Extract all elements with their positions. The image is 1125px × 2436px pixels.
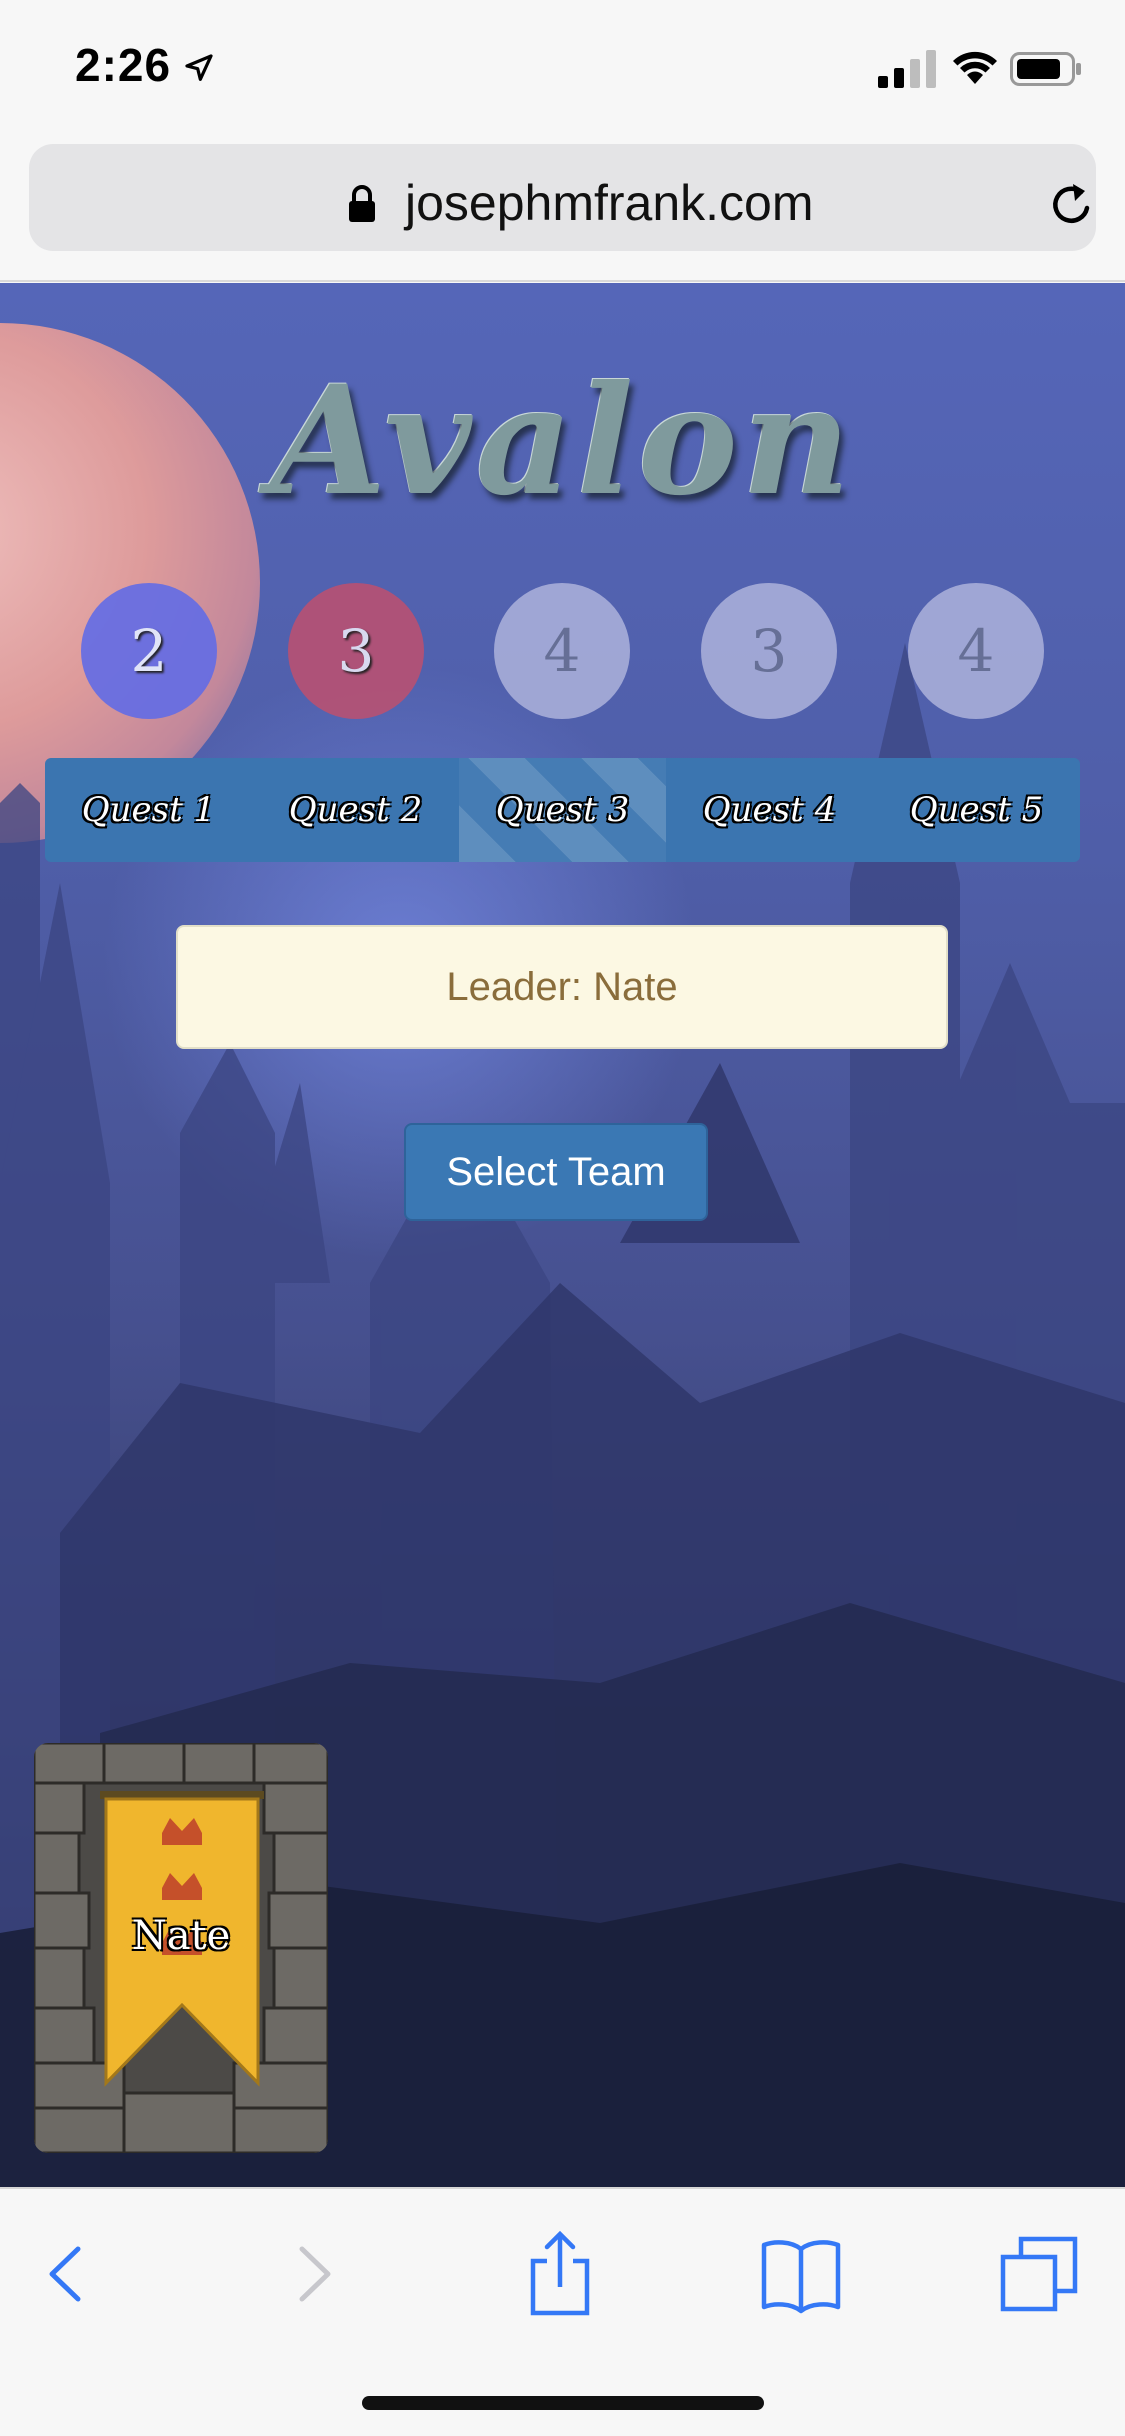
game-title: Avalon [270, 353, 855, 529]
reload-icon[interactable] [1047, 180, 1097, 230]
status-bar: 2:26 [0, 0, 1125, 132]
lock-icon [349, 185, 375, 222]
status-time: 2:26 [75, 39, 172, 91]
tabs-icon[interactable] [995, 2229, 1085, 2319]
select-team-button[interactable]: Select Team [404, 1123, 708, 1221]
quest-tabs: Quest 1 Quest 2 Quest 3 Quest 4 Quest 5 [45, 758, 1080, 862]
location-arrow-icon [185, 54, 213, 81]
back-icon[interactable] [20, 2229, 110, 2319]
quest-size-circle-5: 4 [908, 583, 1044, 719]
tab-quest-1[interactable]: Quest 1 [45, 758, 252, 862]
player-name: Nate [131, 1913, 231, 1959]
tab-quest-4[interactable]: Quest 4 [666, 758, 873, 862]
bookmarks-icon[interactable] [756, 2229, 846, 2319]
home-indicator [362, 2396, 764, 2410]
quest-size-row: 2 3 4 3 4 [0, 583, 1125, 723]
player-card[interactable]: Nate [34, 1743, 328, 2153]
address-bar[interactable]: josephmfrank.com [29, 144, 1096, 251]
quest-size-circle-4: 3 [701, 583, 837, 719]
forward-icon[interactable] [270, 2229, 360, 2319]
leader-alert: Leader: Nate [176, 925, 948, 1049]
quest-size-circle-1: 2 [81, 583, 217, 719]
share-icon[interactable] [515, 2229, 605, 2319]
battery-icon [1010, 52, 1081, 86]
quest-size-circle-2: 3 [288, 583, 424, 719]
game-area: Avalon 2 3 4 3 4 Quest 1 Quest 2 Quest 3… [0, 283, 1125, 2187]
tab-quest-5[interactable]: Quest 5 [873, 758, 1080, 862]
tab-quest-2[interactable]: Quest 2 [252, 758, 459, 862]
tab-quest-3[interactable]: Quest 3 [459, 758, 666, 862]
quest-size-circle-3: 4 [494, 583, 630, 719]
url-text: josephmfrank.com [405, 175, 814, 231]
wifi-icon [953, 51, 997, 84]
signal-icon [878, 50, 936, 88]
browser-address-area: josephmfrank.com [0, 132, 1125, 282]
